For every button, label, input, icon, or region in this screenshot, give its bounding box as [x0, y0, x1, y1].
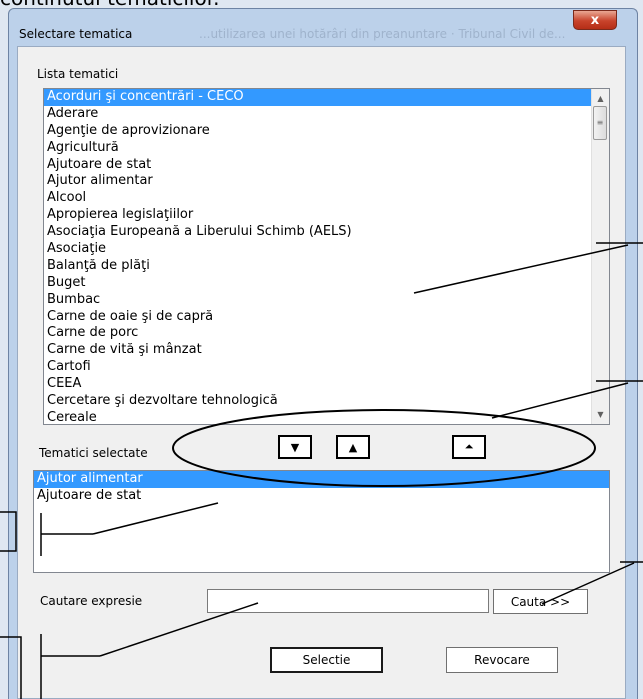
search-button[interactable]: Cauta >>	[493, 589, 588, 614]
cancel-button[interactable]: Revocare	[446, 647, 558, 673]
list-item[interactable]: Acorduri şi concentrări - CECO	[44, 89, 609, 106]
themes-scrollbar[interactable]: ▲ ≡ ▼	[591, 89, 609, 424]
selected-items: Ajutor alimentar Ajutoare de stat	[34, 471, 609, 505]
list-item[interactable]: Ajutor alimentar	[34, 471, 609, 488]
window-title: Selectare tematica	[19, 27, 133, 41]
selected-listbox[interactable]: Ajutor alimentar Ajutoare de stat	[33, 470, 610, 573]
background-window-title: ...utilizarea unei hotărâri din preanunt…	[199, 27, 566, 41]
list-item[interactable]: Aderare	[44, 106, 609, 123]
close-icon: x	[590, 12, 600, 28]
search-label: Cautare expresie	[40, 594, 143, 608]
list-item[interactable]: Bumbac	[44, 292, 609, 309]
list-item[interactable]: Ajutoare de stat	[34, 488, 609, 505]
move-up-button[interactable]: ▲	[336, 435, 370, 459]
scroll-thumb[interactable]: ≡	[593, 106, 607, 140]
list-item[interactable]: Carne de oaie şi de capră	[44, 309, 609, 326]
list-item[interactable]: Cereale	[44, 410, 609, 424]
list-item[interactable]: Ajutor alimentar	[44, 173, 609, 190]
move-up-all-button[interactable]: ⏶	[452, 435, 486, 459]
list-item[interactable]: Cartofi	[44, 359, 609, 376]
list-item[interactable]: Ajutoare de stat	[44, 157, 609, 174]
selected-list-label: Tematici selectate	[39, 446, 148, 460]
list-item[interactable]: CEEA	[44, 376, 609, 393]
list-item[interactable]: Cercetare şi dezvoltare tehnologică	[44, 393, 609, 410]
triangle-down-icon: ▼	[290, 440, 300, 454]
themes-list-label: Lista tematici	[37, 67, 119, 81]
list-item[interactable]: Agricultură	[44, 140, 609, 157]
list-item[interactable]: Carne de porc	[44, 325, 609, 342]
list-item[interactable]: Asociaţie	[44, 241, 609, 258]
list-item[interactable]: Buget	[44, 275, 609, 292]
search-input[interactable]	[207, 589, 489, 613]
list-item[interactable]: Balanţă de plăţi	[44, 258, 609, 275]
list-item[interactable]: Agenţie de aprovizionare	[44, 123, 609, 140]
list-item[interactable]: Asociaţia Europeană a Liberului Schimb (…	[44, 224, 609, 241]
themes-items: Acorduri şi concentrări - CECO Aderare Age…	[44, 89, 609, 424]
triangle-up-icon: ▲	[348, 440, 358, 454]
themes-listbox[interactable]: Acorduri şi concentrări - CECO Aderare Age…	[43, 88, 610, 425]
move-down-button[interactable]: ▼	[278, 435, 312, 459]
select-button[interactable]: Selectie	[270, 647, 383, 673]
list-item[interactable]: Apropierea legislaţiilor	[44, 207, 609, 224]
list-item[interactable]: Alcool	[44, 190, 609, 207]
scroll-up-icon[interactable]: ▲	[592, 90, 609, 107]
title-bar[interactable]: Selectare tematica ...utilizarea unei ho…	[9, 9, 637, 43]
double-triangle-up-icon: ⏶	[464, 440, 474, 453]
close-button[interactable]: x	[573, 10, 617, 30]
list-item[interactable]: Carne de vită şi mânzat	[44, 342, 609, 359]
scroll-down-icon[interactable]: ▼	[592, 406, 609, 423]
